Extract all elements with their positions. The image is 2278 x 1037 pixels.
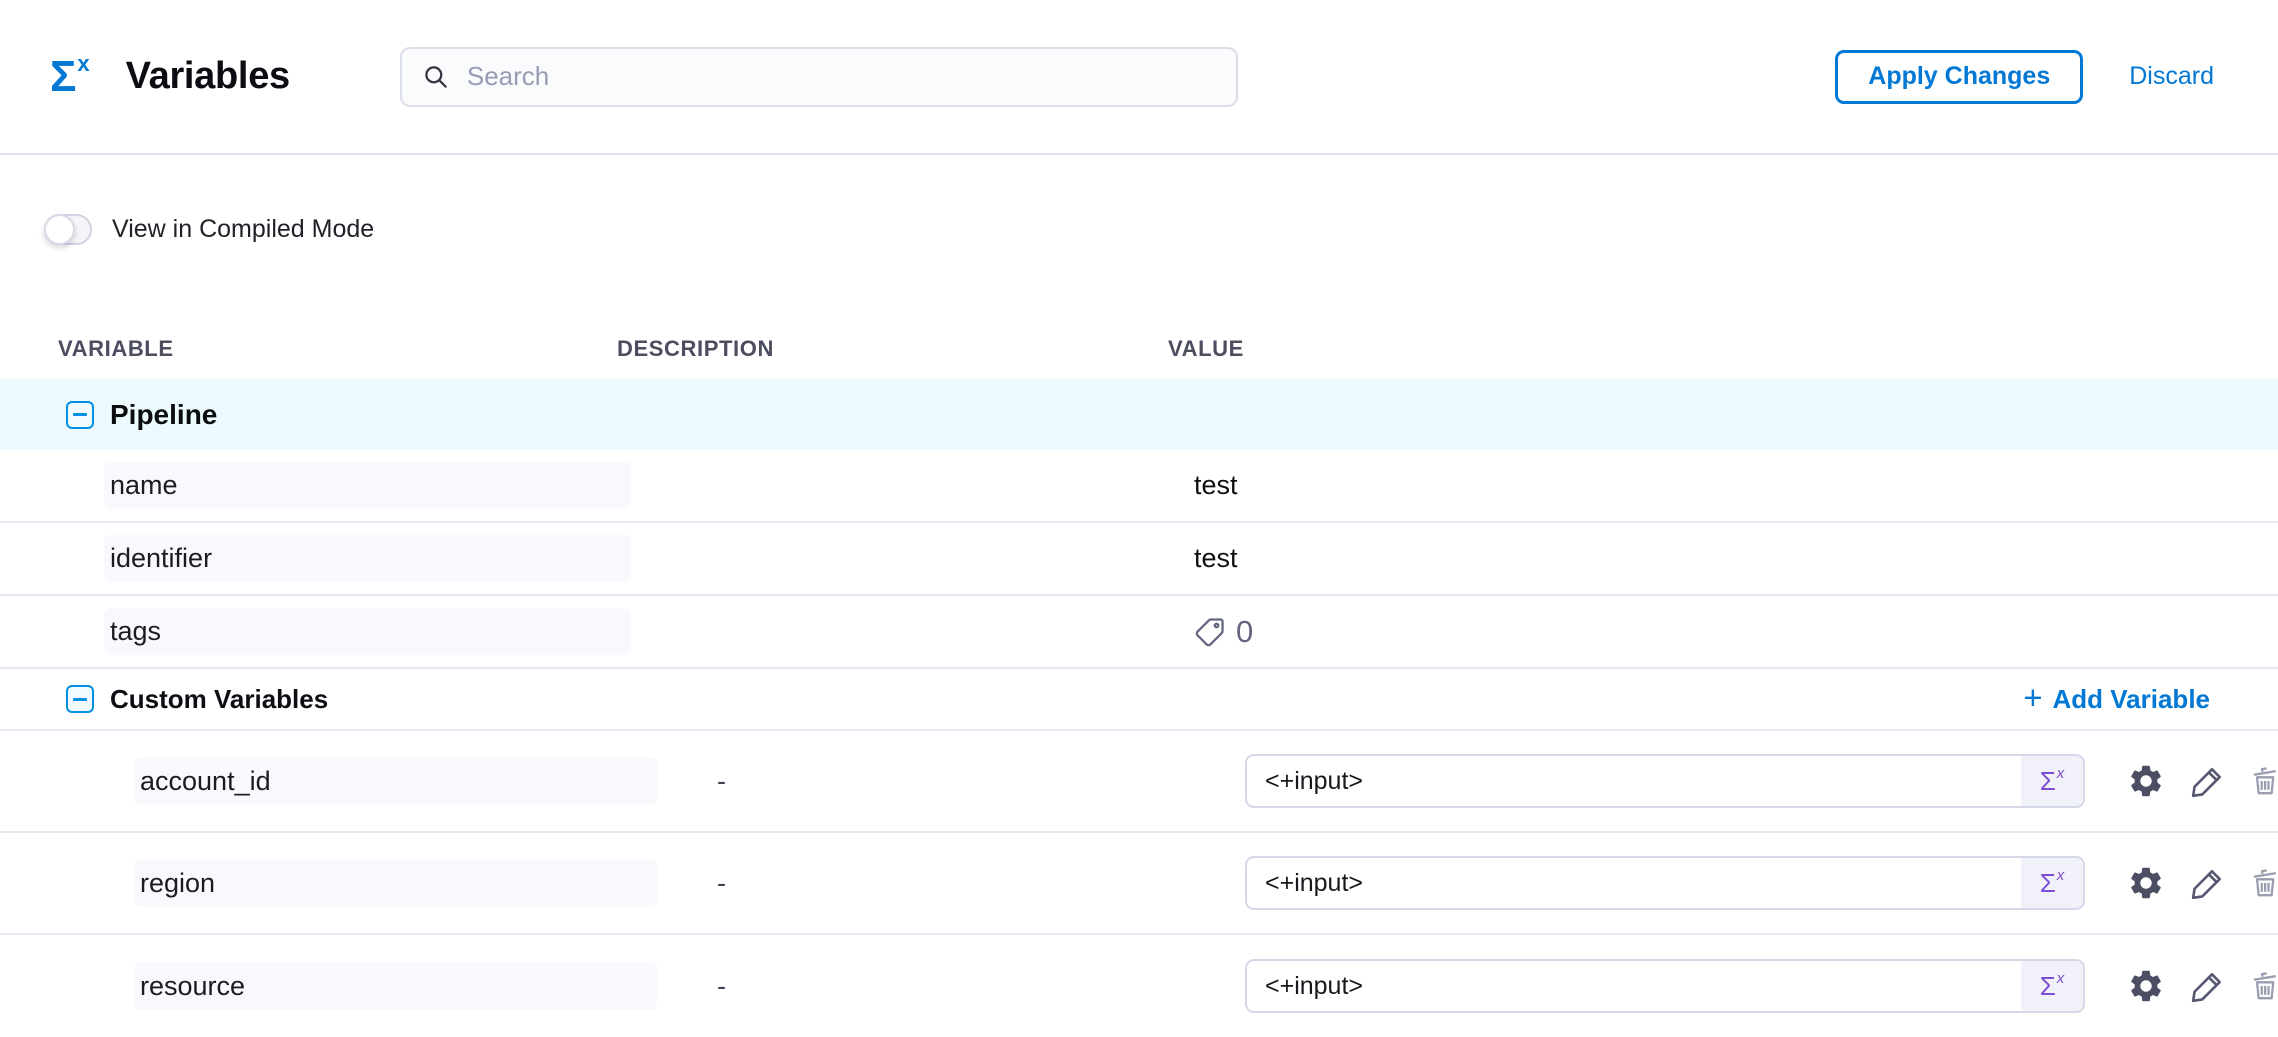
table-row-identifier: identifier test xyxy=(0,523,2278,596)
group-label-custom-variables: Custom Variables xyxy=(110,684,328,715)
value-name: test xyxy=(1194,470,1238,501)
apply-changes-button[interactable]: Apply Changes xyxy=(1835,50,2083,104)
search-input[interactable] xyxy=(465,60,1216,93)
settings-gear-icon[interactable] xyxy=(2127,864,2165,902)
sigma-expression-badge-icon[interactable]: Σx xyxy=(2021,961,2083,1011)
table-row-account-id: account_id - <+input> Σx xyxy=(0,731,2278,833)
sigma-expression-badge-icon[interactable]: Σx xyxy=(2021,858,2083,908)
compiled-mode-label: View in Compiled Mode xyxy=(112,215,374,244)
variables-table: VARIABLE DESCRIPTION VALUE Pipeline name… xyxy=(0,318,2278,1037)
sigma-expression-badge-icon[interactable]: Σx xyxy=(2021,756,2083,806)
variable-identifier-field: identifier xyxy=(104,535,631,582)
group-label-pipeline: Pipeline xyxy=(110,399,217,431)
column-header-variable: VARIABLE xyxy=(0,336,617,362)
variable-resource-field: resource xyxy=(134,962,657,1010)
sigma-x-logo-icon: Σx xyxy=(50,55,90,99)
variable-region-field: region xyxy=(134,859,657,907)
search-icon xyxy=(422,63,449,90)
group-left: Custom Variables xyxy=(0,684,328,715)
variable-account-id-field: account_id xyxy=(134,757,657,805)
value-identifier: test xyxy=(1194,543,1238,574)
delete-trash-icon[interactable] xyxy=(2248,764,2278,798)
tag-count: 0 xyxy=(1236,614,1253,650)
collapse-minus-icon[interactable] xyxy=(66,685,94,713)
search-box[interactable] xyxy=(400,47,1238,107)
column-header-description: DESCRIPTION xyxy=(617,336,1168,362)
page-title: Variables xyxy=(126,55,290,98)
add-variable-label: Add Variable xyxy=(2053,684,2211,715)
delete-trash-icon[interactable] xyxy=(2248,866,2278,900)
description-value: - xyxy=(657,766,726,796)
toggle-knob xyxy=(44,214,75,245)
group-left: Pipeline xyxy=(0,399,217,431)
group-row-custom-variables: Custom Variables + Add Variable xyxy=(0,669,2278,731)
table-row-tags: tags 0 xyxy=(0,596,2278,669)
discard-button[interactable]: Discard xyxy=(2129,62,2214,91)
table-row-name: name test xyxy=(0,450,2278,523)
value-input-resource[interactable]: <+input> Σx xyxy=(1245,959,2085,1013)
variable-name-field: name xyxy=(104,462,631,509)
value-input-region[interactable]: <+input> Σx xyxy=(1245,856,2085,910)
description-value: - xyxy=(657,868,726,898)
settings-gear-icon[interactable] xyxy=(2127,967,2165,1005)
value-input-account-id[interactable]: <+input> Σx xyxy=(1245,754,2085,808)
add-variable-button[interactable]: + Add Variable xyxy=(2023,684,2210,715)
tag-icon xyxy=(1194,616,1226,648)
collapse-minus-icon[interactable] xyxy=(66,401,94,429)
edit-pencil-icon[interactable] xyxy=(2189,763,2226,800)
delete-trash-icon[interactable] xyxy=(2248,969,2278,1003)
table-header-row: VARIABLE DESCRIPTION VALUE xyxy=(0,318,2278,379)
compiled-mode-toggle[interactable] xyxy=(44,214,92,245)
compiled-mode-row: View in Compiled Mode xyxy=(44,213,2278,246)
group-row-pipeline: Pipeline xyxy=(0,379,2278,450)
edit-pencil-icon[interactable] xyxy=(2189,865,2226,902)
table-row-resource: resource - <+input> Σx xyxy=(0,935,2278,1037)
column-header-value: VALUE xyxy=(1168,336,2278,362)
settings-gear-icon[interactable] xyxy=(2127,762,2165,800)
table-row-region: region - <+input> Σx xyxy=(0,833,2278,935)
runtime-input-value: <+input> xyxy=(1247,961,2021,1011)
variable-tags-field: tags xyxy=(104,608,631,655)
edit-pencil-icon[interactable] xyxy=(2189,968,2226,1005)
app-header: Σx Variables Apply Changes Discard xyxy=(0,0,2278,155)
runtime-input-value: <+input> xyxy=(1247,756,2021,806)
tags-value: 0 xyxy=(1194,614,1253,650)
runtime-input-value: <+input> xyxy=(1247,858,2021,908)
description-value: - xyxy=(657,971,726,1001)
